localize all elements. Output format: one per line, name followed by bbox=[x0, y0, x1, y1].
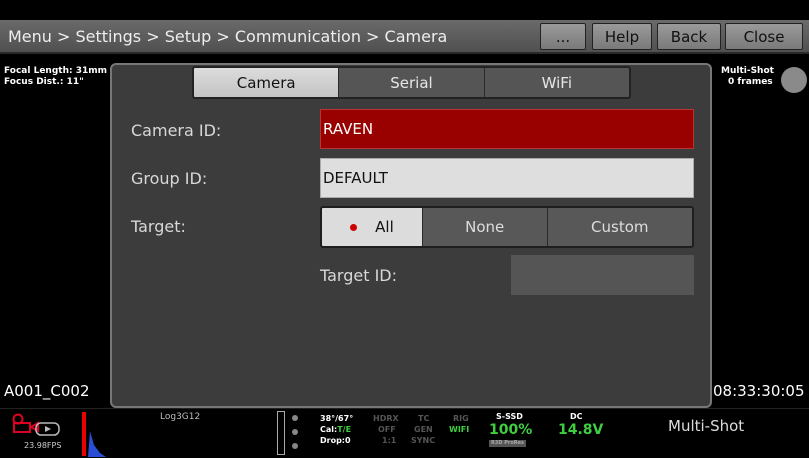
tc-label: TC bbox=[418, 414, 430, 423]
group-id-field[interactable]: DEFAULT bbox=[320, 158, 694, 198]
wifi-status: WIFI bbox=[449, 425, 470, 434]
status-dot-icon bbox=[292, 443, 298, 449]
tab-serial[interactable]: Serial bbox=[339, 68, 485, 97]
temp-readout: 38°/67° bbox=[320, 414, 354, 423]
focus-distance-readout: Focus Dist.: 11" bbox=[4, 77, 84, 87]
histogram bbox=[88, 431, 106, 457]
tab-camera[interactable]: Camera bbox=[194, 68, 340, 97]
help-button[interactable]: Help bbox=[592, 23, 652, 50]
record-indicator-icon bbox=[781, 67, 807, 93]
target-id-field[interactable] bbox=[511, 255, 694, 295]
look-label: Log3G12 bbox=[160, 412, 201, 422]
close-button[interactable]: Close bbox=[725, 23, 803, 50]
power-label: DC bbox=[570, 412, 583, 421]
target-all-label: All bbox=[375, 218, 394, 236]
mode-label: Multi-Shot bbox=[668, 417, 745, 435]
multishot-frames: 0 frames bbox=[728, 77, 773, 87]
more-button[interactable]: ... bbox=[540, 23, 586, 50]
timecode: 08:33:30:05 bbox=[713, 382, 805, 400]
media-format-badge: R3D ProRes bbox=[489, 440, 527, 447]
media-label: S-SSD bbox=[496, 412, 523, 421]
target-all-button[interactable]: All bbox=[322, 208, 423, 246]
cal-readout: Cal:T/E bbox=[320, 425, 352, 434]
playback-icon[interactable] bbox=[35, 422, 61, 436]
selected-dot-icon bbox=[350, 223, 358, 231]
back-button[interactable]: Back bbox=[657, 23, 721, 50]
breadcrumb: Menu > Settings > Setup > Communication … bbox=[8, 27, 448, 46]
clip-name: A001_C002 bbox=[4, 382, 90, 400]
camera-id-field[interactable]: RAVEN bbox=[320, 109, 694, 149]
menu-bar: Menu > Settings > Setup > Communication … bbox=[0, 20, 809, 54]
rig-label: RIG bbox=[453, 414, 469, 423]
status-dot-icon bbox=[292, 429, 298, 435]
tc-value: GEN bbox=[414, 425, 433, 434]
fps-readout: 23.98FPS bbox=[24, 441, 62, 450]
hdrx-value: OFF bbox=[378, 425, 396, 434]
level-meter bbox=[277, 411, 285, 455]
hdrx-label: HDRX bbox=[373, 414, 399, 423]
target-label: Target: bbox=[131, 217, 186, 236]
tab-wifi[interactable]: WiFi bbox=[484, 68, 629, 97]
focal-length-readout: Focal Length: 31mm bbox=[4, 66, 108, 76]
power-voltage: 14.8V bbox=[558, 422, 604, 438]
target-id-label: Target ID: bbox=[320, 266, 398, 285]
media-percent: 100% bbox=[489, 422, 533, 438]
tab-bar: Camera Serial WiFi bbox=[192, 66, 631, 99]
audio-meter bbox=[82, 412, 86, 456]
target-none-button[interactable]: None bbox=[422, 208, 548, 246]
camera-id-label: Camera ID: bbox=[131, 121, 222, 140]
camera-settings-panel: Camera Serial WiFi Camera ID: RAVEN Grou… bbox=[110, 63, 712, 408]
group-id-label: Group ID: bbox=[131, 169, 208, 188]
drop-readout: Drop:0 bbox=[320, 436, 351, 445]
multishot-label: Multi-Shot bbox=[721, 66, 774, 76]
target-selector: All None Custom bbox=[320, 206, 694, 248]
hdrx-ratio: 1:1 bbox=[382, 436, 397, 445]
status-bar: 23.98FPS Log3G12 38°/67° Cal:T/E Drop:0 … bbox=[0, 408, 809, 458]
tc-sync: SYNC bbox=[411, 436, 436, 445]
status-dot-icon bbox=[292, 415, 298, 421]
target-custom-button[interactable]: Custom bbox=[547, 208, 692, 246]
